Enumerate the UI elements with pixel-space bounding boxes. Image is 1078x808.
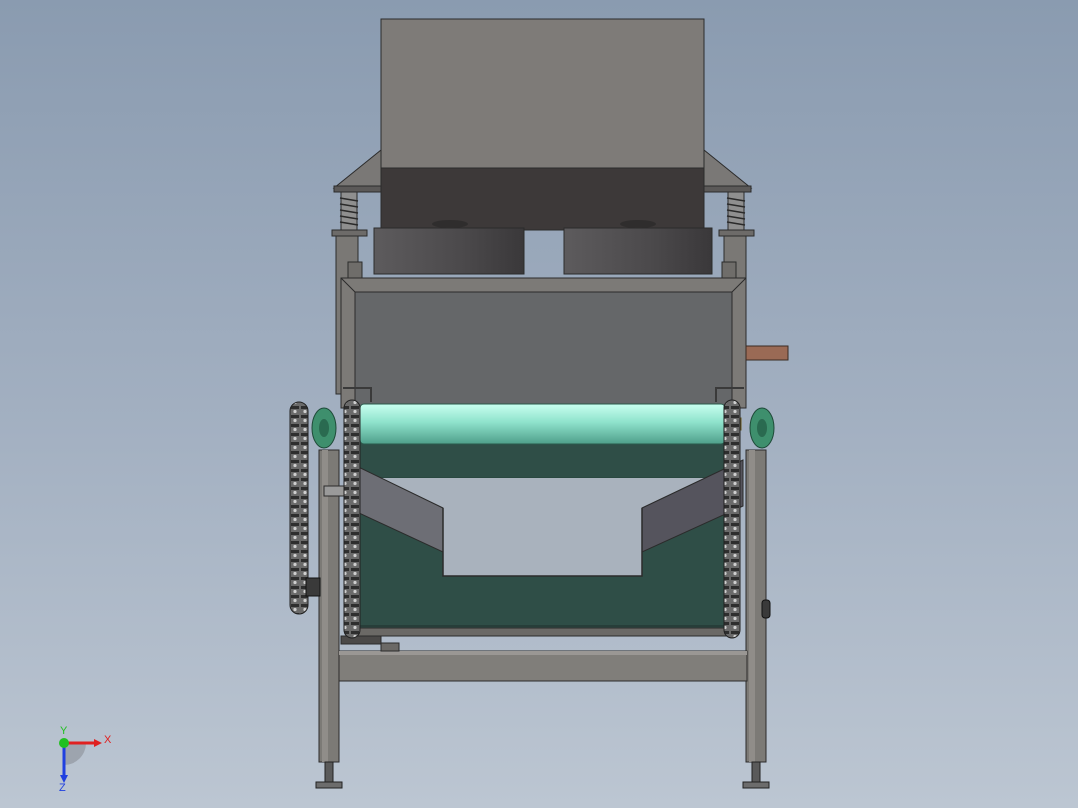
right-bearing[interactable] bbox=[749, 407, 775, 449]
leveling-feet[interactable] bbox=[315, 761, 770, 789]
bottom-crossbar[interactable] bbox=[338, 650, 748, 682]
y-axis-label: Y bbox=[60, 725, 68, 737]
top-roller[interactable] bbox=[343, 403, 742, 445]
x-axis-label: X bbox=[104, 734, 112, 746]
outer-left-chain[interactable] bbox=[289, 401, 309, 615]
side-handle[interactable] bbox=[745, 345, 789, 361]
graphics-viewport[interactable]: X Y Z bbox=[0, 0, 1078, 808]
inner-right-chain[interactable] bbox=[723, 399, 741, 639]
axis-triad: X Y Z bbox=[59, 725, 112, 794]
inner-left-chain[interactable] bbox=[343, 399, 361, 639]
z-axis-label: Z bbox=[59, 782, 66, 794]
feed-box[interactable] bbox=[340, 277, 789, 409]
left-bearing[interactable] bbox=[311, 407, 337, 449]
conveyor-machine-model[interactable] bbox=[0, 0, 1078, 808]
hopper[interactable] bbox=[332, 18, 753, 231]
y-axis-dot bbox=[59, 738, 69, 748]
